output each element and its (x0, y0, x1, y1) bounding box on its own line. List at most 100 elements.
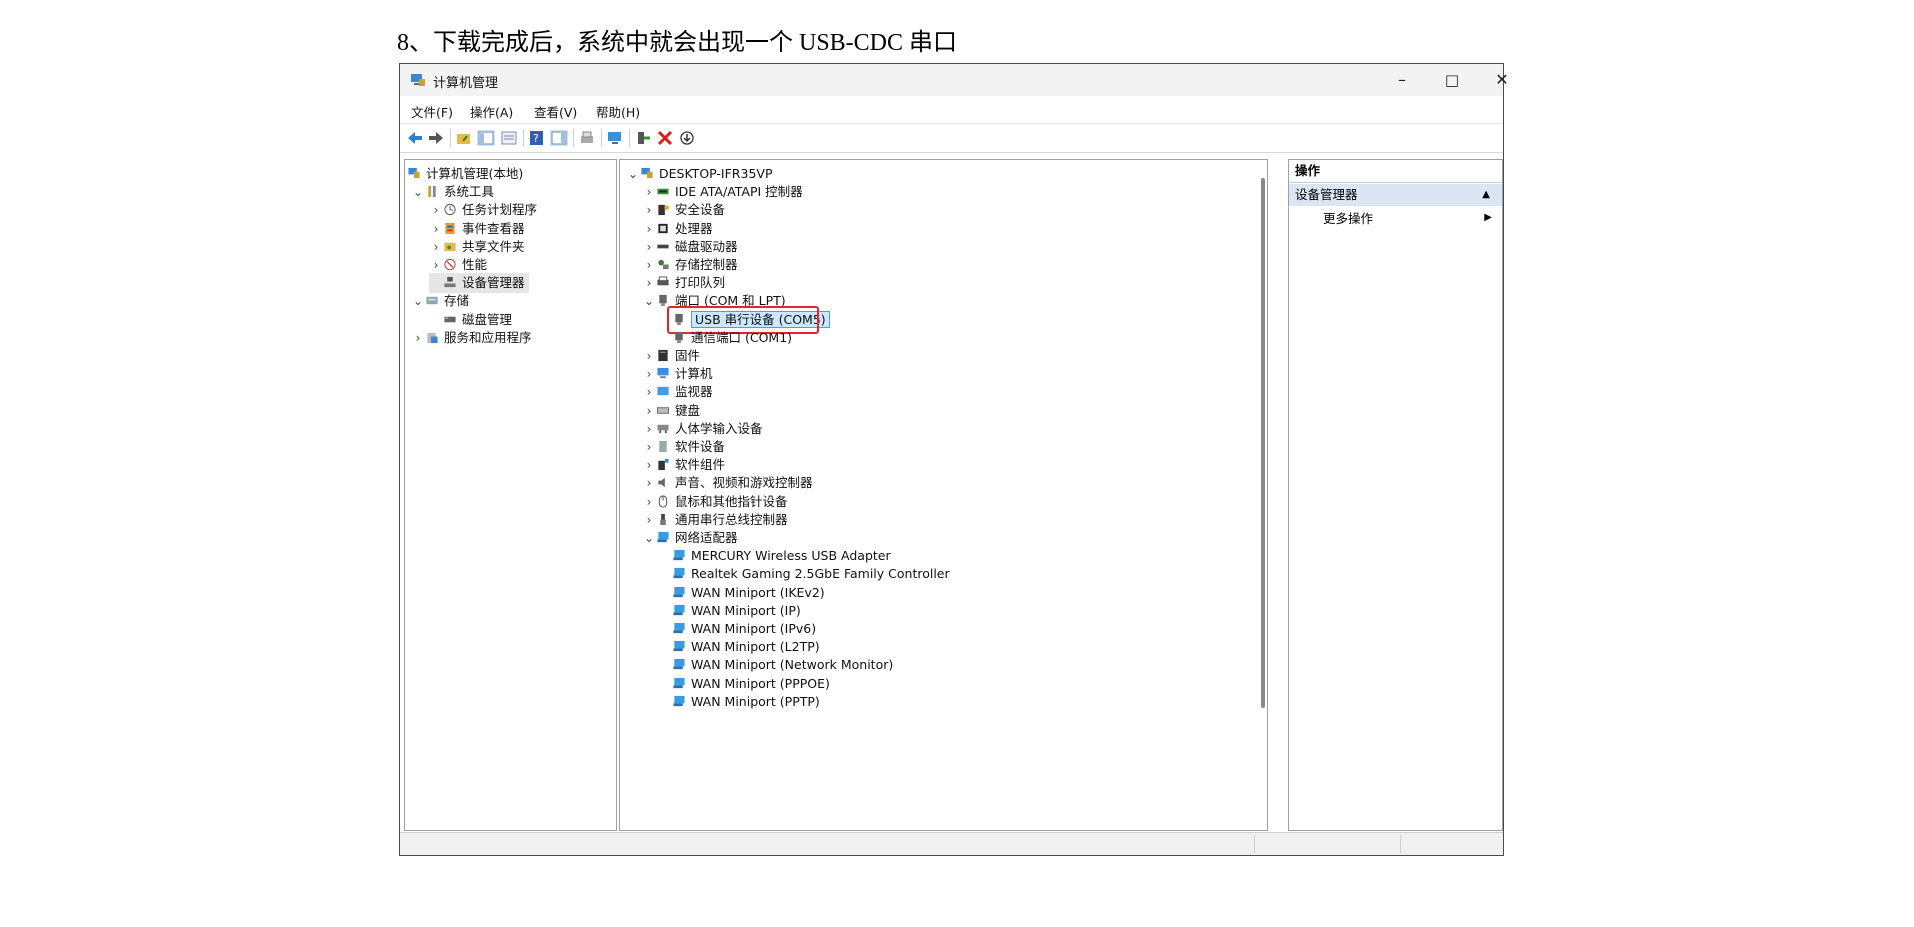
menu-action[interactable]: 操作(A) (470, 102, 513, 121)
device-tree-item[interactable]: › 软件设备 (642, 437, 725, 457)
expand-right-chevron-icon[interactable]: › (429, 219, 443, 239)
device-tree-item[interactable]: WAN Miniport (IPv6) (672, 619, 816, 639)
menu-file[interactable]: 文件(F) (411, 102, 453, 121)
expand-right-chevron-icon[interactable]: › (642, 200, 656, 220)
properties-icon[interactable] (500, 130, 518, 146)
expand-down-chevron-icon[interactable]: ⌄ (411, 182, 425, 202)
device-tree-item[interactable]: Realtek Gaming 2.5GbE Family Controller (672, 564, 950, 584)
device-tree-item[interactable]: › 软件组件 (642, 455, 725, 475)
back-arrow-icon[interactable] (406, 130, 424, 146)
expand-right-chevron-icon[interactable]: › (642, 455, 656, 475)
expand-right-chevron-icon[interactable]: › (642, 237, 656, 257)
device-tree-item[interactable]: 通信端口 (COM1) (672, 328, 792, 348)
device-tree-item[interactable]: › 声音、视频和游戏控制器 (642, 473, 813, 493)
forward-arrow-icon[interactable] (427, 130, 445, 146)
expand-right-chevron-icon[interactable]: › (642, 419, 656, 439)
nav-tree-item[interactable]: 磁盘管理 (429, 310, 512, 330)
keyboard-icon (656, 406, 670, 414)
device-tree-item[interactable]: MERCURY Wireless USB Adapter (672, 546, 891, 566)
vertical-scrollbar[interactable] (1261, 178, 1265, 708)
expand-right-chevron-icon[interactable]: › (642, 437, 656, 457)
nav-tree-item[interactable]: › 服务和应用程序 (411, 328, 532, 348)
device-tree-item[interactable]: WAN Miniport (L2TP) (672, 637, 820, 657)
expand-down-chevron-icon[interactable]: ⌄ (642, 528, 656, 548)
printer-icon (657, 276, 669, 286)
device-tree-item[interactable]: › 固件 (642, 346, 700, 366)
expand-right-chevron-icon[interactable]: › (642, 346, 656, 366)
nav-tree-item[interactable]: 计算机管理(本地) (407, 164, 523, 184)
uninstall-x-icon[interactable] (656, 130, 674, 146)
device-tree-item[interactable]: › IDE ATA/ATAPI 控制器 (642, 182, 803, 202)
nav-tree-item[interactable]: › 任务计划程序 (429, 200, 537, 220)
expand-right-chevron-icon[interactable]: › (642, 401, 656, 421)
expand-down-chevron-icon[interactable]: ⌄ (411, 291, 425, 311)
close-button[interactable]: ✕ (1480, 68, 1524, 92)
actions-pane: 操作 设备管理器 ▲ 更多操作 ▶ (1288, 159, 1503, 831)
expand-right-chevron-icon[interactable]: › (642, 255, 656, 275)
update-driver-icon[interactable] (606, 130, 624, 146)
expand-right-chevron-icon[interactable]: › (642, 182, 656, 202)
help-icon[interactable]: ? (528, 130, 546, 146)
device-tree-item-label: WAN Miniport (L2TP) (691, 639, 820, 655)
nav-tree-item[interactable]: ⌄ 系统工具 (411, 182, 494, 202)
maximize-button[interactable]: □ (1430, 68, 1474, 92)
nav-tree-item[interactable]: 设备管理器 (429, 273, 529, 294)
device-tree-item[interactable]: › 鼠标和其他指针设备 (642, 492, 788, 512)
device-tree-item[interactable]: › 安全设备 (642, 200, 725, 220)
submenu-arrow-icon[interactable]: ▶ (1484, 212, 1492, 223)
device-tree-item[interactable]: › 磁盘驱动器 (642, 237, 738, 257)
device-tree-item[interactable]: › 存储控制器 (642, 255, 738, 275)
device-tree-item[interactable]: WAN Miniport (PPTP) (672, 692, 820, 712)
device-tree-item[interactable]: › 打印队列 (642, 273, 725, 293)
action-pane-icon[interactable] (550, 130, 568, 146)
mouse-icon (658, 495, 668, 508)
up-folder-icon[interactable] (455, 130, 473, 146)
device-tree-item[interactable]: › 人体学输入设备 (642, 419, 763, 439)
nav-tree-item[interactable]: › 共享文件夹 (429, 237, 525, 257)
device-tree-item-label: WAN Miniport (IP) (691, 602, 801, 618)
expand-right-chevron-icon[interactable]: › (411, 328, 425, 348)
show-hide-tree-icon[interactable] (477, 130, 495, 146)
actions-section-device-manager[interactable]: 设备管理器 ▲ (1289, 184, 1502, 206)
expand-right-chevron-icon[interactable]: › (429, 255, 443, 275)
minimize-button[interactable]: – (1380, 68, 1424, 92)
device-tree-item[interactable]: ⌄ 网络适配器 (642, 528, 738, 548)
nav-tree-item[interactable]: › 性能 (429, 255, 487, 275)
device-tree-item[interactable]: › 键盘 (642, 401, 700, 421)
title-bar[interactable]: 计算机管理 – □ ✕ (400, 64, 1509, 96)
shared-folder-icon (444, 242, 456, 251)
svg-text:?: ? (533, 132, 539, 145)
device-tree-item[interactable]: › 监视器 (642, 382, 713, 402)
device-tree-item[interactable]: WAN Miniport (IKEv2) (672, 583, 825, 603)
device-tree-item[interactable]: › 处理器 (642, 219, 713, 239)
device-tree-item[interactable]: WAN Miniport (PPPOE) (672, 674, 830, 694)
expand-right-chevron-icon[interactable]: › (642, 382, 656, 402)
enable-device-icon[interactable] (634, 130, 652, 146)
menu-help[interactable]: 帮助(H) (596, 102, 640, 121)
expand-down-chevron-icon[interactable]: ⌄ (626, 164, 640, 184)
expand-right-chevron-icon[interactable]: › (642, 219, 656, 239)
device-tree-item[interactable]: › 计算机 (642, 364, 713, 384)
more-actions-item[interactable]: 更多操作 (1323, 208, 1373, 230)
device-tree-item[interactable]: WAN Miniport (IP) (672, 601, 801, 621)
download-circle-icon[interactable] (678, 130, 696, 146)
port-icon (675, 331, 683, 343)
device-tree-root[interactable]: ⌄ DESKTOP-IFR35VP (626, 164, 773, 184)
expand-right-chevron-icon[interactable]: › (642, 510, 656, 530)
device-tree-item[interactable]: › 通用串行总线控制器 (642, 510, 788, 530)
expand-right-chevron-icon[interactable]: › (642, 273, 656, 293)
nav-tree-item-label: 共享文件夹 (462, 238, 525, 254)
device-tree-item[interactable]: WAN Miniport (Network Monitor) (672, 655, 893, 675)
expand-right-chevron-icon[interactable]: › (429, 200, 443, 220)
scan-hardware-icon[interactable] (578, 130, 596, 146)
nav-tree-item[interactable]: ⌄ 存储 (411, 291, 469, 311)
menu-view[interactable]: 查看(V) (534, 102, 577, 121)
expand-right-chevron-icon[interactable]: › (642, 364, 656, 384)
nav-tree-item[interactable]: › 事件查看器 (429, 219, 525, 239)
collapse-triangle-icon[interactable]: ▲ (1482, 184, 1490, 206)
expand-right-chevron-icon[interactable]: › (429, 237, 443, 257)
expand-right-chevron-icon[interactable]: › (642, 473, 656, 493)
expand-right-chevron-icon[interactable]: › (642, 492, 656, 512)
expand-down-chevron-icon[interactable]: ⌄ (642, 291, 656, 311)
nav-tree-item-label: 系统工具 (444, 184, 495, 200)
